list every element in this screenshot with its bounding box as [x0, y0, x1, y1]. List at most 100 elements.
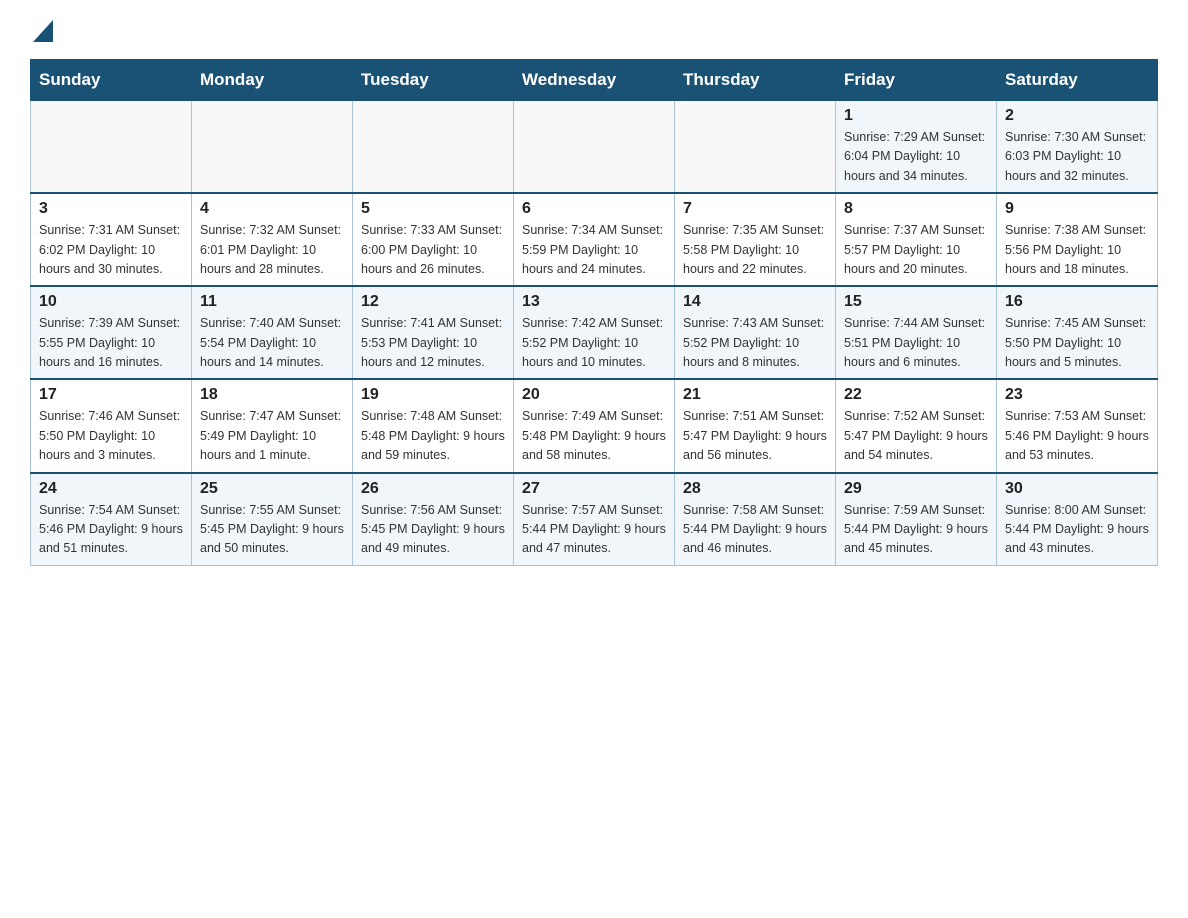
- day-of-week-header: Thursday: [675, 60, 836, 101]
- logo: [30, 20, 53, 39]
- day-number: 23: [1005, 386, 1149, 404]
- calendar-day-cell: 20 Sunrise: 7:49 AM Sunset: 5:48 PM Dayli…: [514, 379, 675, 472]
- day-number: 27: [522, 480, 666, 498]
- calendar-day-cell: 30 Sunrise: 8:00 AM Sunset: 5:44 PM Dayli…: [997, 473, 1158, 566]
- day-number: 28: [683, 480, 827, 498]
- day-number: 18: [200, 386, 344, 404]
- day-number: 11: [200, 293, 344, 311]
- calendar-day-cell: [192, 101, 353, 194]
- calendar-day-cell: 1 Sunrise: 7:29 AM Sunset: 6:04 PM Daylig…: [836, 101, 997, 194]
- day-of-week-header: Saturday: [997, 60, 1158, 101]
- day-info: Sunrise: 7:47 AM Sunset: 5:49 PM Dayligh…: [200, 407, 344, 465]
- day-number: 5: [361, 200, 505, 218]
- day-info: Sunrise: 7:34 AM Sunset: 5:59 PM Dayligh…: [522, 221, 666, 279]
- day-number: 26: [361, 480, 505, 498]
- day-number: 25: [200, 480, 344, 498]
- day-info: Sunrise: 7:52 AM Sunset: 5:47 PM Dayligh…: [844, 407, 988, 465]
- calendar-day-cell: 29 Sunrise: 7:59 AM Sunset: 5:44 PM Dayli…: [836, 473, 997, 566]
- page-header: [30, 20, 1158, 39]
- calendar-day-cell: 21Sunrise: 7:51 AM Sunset: 5:47 PM Dayli…: [675, 379, 836, 472]
- day-info: Sunrise: 7:43 AM Sunset: 5:52 PM Dayligh…: [683, 314, 827, 372]
- calendar-day-cell: [353, 101, 514, 194]
- day-info: Sunrise: 8:00 AM Sunset: 5:44 PM Dayligh…: [1005, 501, 1149, 559]
- day-number: 7: [683, 200, 827, 218]
- calendar-day-cell: 14 Sunrise: 7:43 AM Sunset: 5:52 PM Dayli…: [675, 286, 836, 379]
- logo-triangle-icon: [33, 20, 53, 42]
- calendar-day-cell: 2 Sunrise: 7:30 AM Sunset: 6:03 PM Daylig…: [997, 101, 1158, 194]
- day-number: 3: [39, 200, 183, 218]
- day-info: Sunrise: 7:39 AM Sunset: 5:55 PM Dayligh…: [39, 314, 183, 372]
- day-info: Sunrise: 7:37 AM Sunset: 5:57 PM Dayligh…: [844, 221, 988, 279]
- day-number: 29: [844, 480, 988, 498]
- calendar-day-cell: 16 Sunrise: 7:45 AM Sunset: 5:50 PM Dayli…: [997, 286, 1158, 379]
- day-info: Sunrise: 7:48 AM Sunset: 5:48 PM Dayligh…: [361, 407, 505, 465]
- calendar-day-cell: [514, 101, 675, 194]
- calendar-day-cell: 8Sunrise: 7:37 AM Sunset: 5:57 PM Daylig…: [836, 193, 997, 286]
- calendar-week-row: 17 Sunrise: 7:46 AM Sunset: 5:50 PM Dayli…: [31, 379, 1158, 472]
- day-info: Sunrise: 7:46 AM Sunset: 5:50 PM Dayligh…: [39, 407, 183, 465]
- calendar-table: SundayMondayTuesdayWednesdayThursdayFrid…: [30, 59, 1158, 566]
- calendar-week-row: 3 Sunrise: 7:31 AM Sunset: 6:02 PM Daylig…: [31, 193, 1158, 286]
- day-info: Sunrise: 7:53 AM Sunset: 5:46 PM Dayligh…: [1005, 407, 1149, 465]
- calendar-day-cell: 17 Sunrise: 7:46 AM Sunset: 5:50 PM Dayli…: [31, 379, 192, 472]
- calendar-day-cell: 25 Sunrise: 7:55 AM Sunset: 5:45 PM Dayli…: [192, 473, 353, 566]
- day-number: 1: [844, 107, 988, 125]
- day-info: Sunrise: 7:54 AM Sunset: 5:46 PM Dayligh…: [39, 501, 183, 559]
- day-number: 17: [39, 386, 183, 404]
- calendar-day-cell: 9 Sunrise: 7:38 AM Sunset: 5:56 PM Daylig…: [997, 193, 1158, 286]
- day-number: 9: [1005, 200, 1149, 218]
- day-info: Sunrise: 7:30 AM Sunset: 6:03 PM Dayligh…: [1005, 128, 1149, 186]
- day-info: Sunrise: 7:32 AM Sunset: 6:01 PM Dayligh…: [200, 221, 344, 279]
- calendar-week-row: 24Sunrise: 7:54 AM Sunset: 5:46 PM Dayli…: [31, 473, 1158, 566]
- calendar-week-row: 1 Sunrise: 7:29 AM Sunset: 6:04 PM Daylig…: [31, 101, 1158, 194]
- calendar-day-cell: 10 Sunrise: 7:39 AM Sunset: 5:55 PM Dayli…: [31, 286, 192, 379]
- day-info: Sunrise: 7:51 AM Sunset: 5:47 PM Dayligh…: [683, 407, 827, 465]
- day-number: 30: [1005, 480, 1149, 498]
- day-number: 12: [361, 293, 505, 311]
- day-number: 10: [39, 293, 183, 311]
- calendar-day-cell: 18 Sunrise: 7:47 AM Sunset: 5:49 PM Dayli…: [192, 379, 353, 472]
- day-info: Sunrise: 7:49 AM Sunset: 5:48 PM Dayligh…: [522, 407, 666, 465]
- day-info: Sunrise: 7:56 AM Sunset: 5:45 PM Dayligh…: [361, 501, 505, 559]
- calendar-day-cell: [675, 101, 836, 194]
- day-info: Sunrise: 7:38 AM Sunset: 5:56 PM Dayligh…: [1005, 221, 1149, 279]
- day-info: Sunrise: 7:55 AM Sunset: 5:45 PM Dayligh…: [200, 501, 344, 559]
- calendar-day-cell: 27Sunrise: 7:57 AM Sunset: 5:44 PM Dayli…: [514, 473, 675, 566]
- day-number: 16: [1005, 293, 1149, 311]
- day-of-week-header: Sunday: [31, 60, 192, 101]
- day-number: 14: [683, 293, 827, 311]
- calendar-day-cell: 28 Sunrise: 7:58 AM Sunset: 5:44 PM Dayli…: [675, 473, 836, 566]
- calendar-day-cell: 5 Sunrise: 7:33 AM Sunset: 6:00 PM Daylig…: [353, 193, 514, 286]
- calendar-day-cell: 26 Sunrise: 7:56 AM Sunset: 5:45 PM Dayli…: [353, 473, 514, 566]
- day-number: 20: [522, 386, 666, 404]
- day-of-week-header: Friday: [836, 60, 997, 101]
- calendar-day-cell: 15 Sunrise: 7:44 AM Sunset: 5:51 PM Dayli…: [836, 286, 997, 379]
- calendar-day-cell: 24Sunrise: 7:54 AM Sunset: 5:46 PM Dayli…: [31, 473, 192, 566]
- day-info: Sunrise: 7:58 AM Sunset: 5:44 PM Dayligh…: [683, 501, 827, 559]
- day-info: Sunrise: 7:29 AM Sunset: 6:04 PM Dayligh…: [844, 128, 988, 186]
- day-number: 13: [522, 293, 666, 311]
- day-info: Sunrise: 7:40 AM Sunset: 5:54 PM Dayligh…: [200, 314, 344, 372]
- day-info: Sunrise: 7:45 AM Sunset: 5:50 PM Dayligh…: [1005, 314, 1149, 372]
- day-of-week-header: Tuesday: [353, 60, 514, 101]
- calendar-day-cell: 6 Sunrise: 7:34 AM Sunset: 5:59 PM Daylig…: [514, 193, 675, 286]
- day-number: 2: [1005, 107, 1149, 125]
- day-info: Sunrise: 7:35 AM Sunset: 5:58 PM Dayligh…: [683, 221, 827, 279]
- calendar-header-row: SundayMondayTuesdayWednesdayThursdayFrid…: [31, 60, 1158, 101]
- day-info: Sunrise: 7:59 AM Sunset: 5:44 PM Dayligh…: [844, 501, 988, 559]
- day-of-week-header: Wednesday: [514, 60, 675, 101]
- calendar-day-cell: [31, 101, 192, 194]
- day-number: 6: [522, 200, 666, 218]
- day-info: Sunrise: 7:31 AM Sunset: 6:02 PM Dayligh…: [39, 221, 183, 279]
- calendar-week-row: 10 Sunrise: 7:39 AM Sunset: 5:55 PM Dayli…: [31, 286, 1158, 379]
- day-info: Sunrise: 7:33 AM Sunset: 6:00 PM Dayligh…: [361, 221, 505, 279]
- day-of-week-header: Monday: [192, 60, 353, 101]
- day-info: Sunrise: 7:44 AM Sunset: 5:51 PM Dayligh…: [844, 314, 988, 372]
- calendar-day-cell: 12Sunrise: 7:41 AM Sunset: 5:53 PM Dayli…: [353, 286, 514, 379]
- day-number: 19: [361, 386, 505, 404]
- calendar-day-cell: 11 Sunrise: 7:40 AM Sunset: 5:54 PM Dayli…: [192, 286, 353, 379]
- day-number: 15: [844, 293, 988, 311]
- calendar-day-cell: 4Sunrise: 7:32 AM Sunset: 6:01 PM Daylig…: [192, 193, 353, 286]
- calendar-day-cell: 19 Sunrise: 7:48 AM Sunset: 5:48 PM Dayli…: [353, 379, 514, 472]
- calendar-day-cell: 7 Sunrise: 7:35 AM Sunset: 5:58 PM Daylig…: [675, 193, 836, 286]
